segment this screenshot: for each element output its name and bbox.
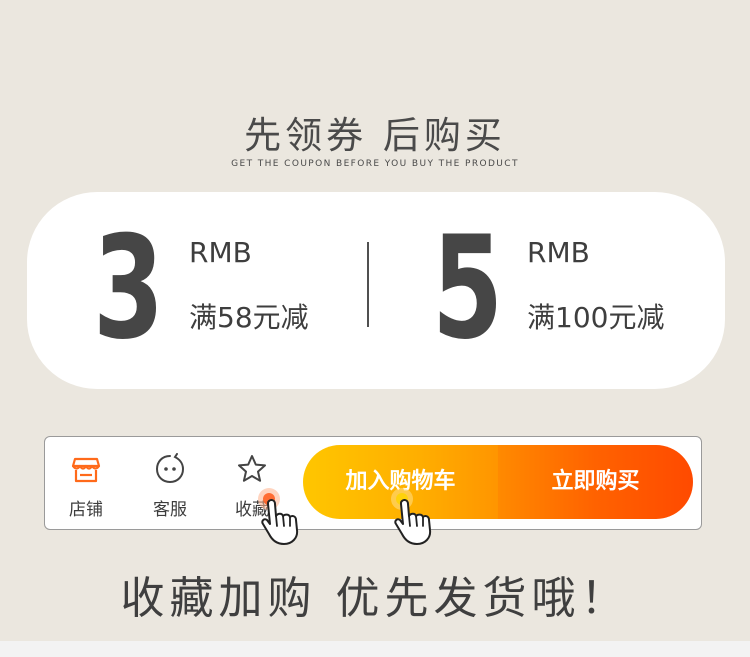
action-bar: 店铺 客服 收藏 加入购物车 立即购买 — [44, 436, 702, 530]
store-label: 店铺 — [69, 500, 103, 520]
coupon-amount: 3 — [93, 206, 165, 371]
store-button[interactable]: 店铺 — [55, 437, 115, 529]
coupon-3rmb[interactable]: 3 RMB 满58元减 — [27, 192, 367, 389]
chat-face-icon — [155, 453, 185, 484]
coupon-5rmb[interactable]: 5 RMB 满100元减 — [367, 192, 725, 389]
page-subtitle: GET THE COUPON BEFORE YOU BUY THE PRODUC… — [231, 159, 519, 169]
pointer-hand-icon — [391, 488, 432, 545]
store-icon — [71, 457, 101, 483]
promo-slogan: 收藏加购 优先发货哦！ — [120, 573, 630, 624]
pointer-hand-icon — [258, 488, 299, 545]
customer-service-label: 客服 — [153, 500, 187, 520]
coupon-condition: 满100元减 — [527, 301, 665, 334]
purchase-buttons: 加入购物车 立即购买 — [303, 445, 693, 519]
buy-now-button[interactable]: 立即购买 — [498, 445, 693, 519]
page-title: 先领券 后购买 — [244, 114, 506, 157]
star-icon — [238, 455, 266, 482]
coupon-card: 3 RMB 满58元减 5 RMB 满100元减 — [27, 192, 725, 389]
coupon-condition: 满58元减 — [189, 301, 309, 334]
coupon-amount: 5 — [432, 206, 504, 371]
coupon-unit: RMB — [527, 236, 590, 269]
coupon-unit: RMB — [189, 236, 252, 269]
customer-service-button[interactable]: 客服 — [139, 437, 199, 529]
bottom-strip — [0, 641, 750, 657]
